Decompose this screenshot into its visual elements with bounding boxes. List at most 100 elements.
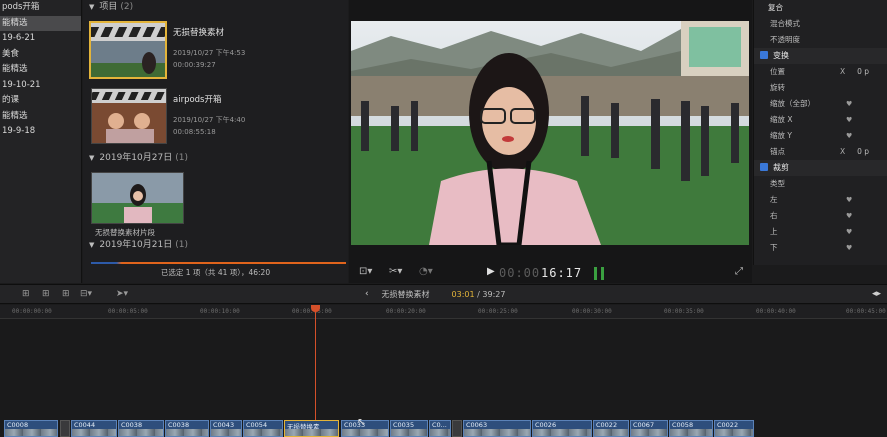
fullscreen-icon[interactable]: ⤢ [735, 266, 743, 277]
timeline-clip[interactable]: C0... [429, 420, 451, 437]
speed-menu-icon[interactable]: ◔▾ [419, 266, 433, 277]
timeline-clip[interactable]: C0038 [118, 420, 164, 437]
project-date: 2019/10/27 下午4:40 [173, 116, 246, 124]
timeline-clip[interactable]: C0035 [390, 420, 428, 437]
sidebar-item[interactable]: 19-9-18 [0, 124, 81, 140]
timeline-clip[interactable]: C0044 [71, 420, 117, 437]
audio-skimming-icon[interactable]: ◂▸ [872, 289, 881, 299]
keyframe-icon[interactable]: ♥ [846, 240, 852, 256]
keyframe-icon[interactable]: ♥ [846, 208, 852, 224]
clip-filmstrip [5, 429, 57, 436]
inspector-section-crop[interactable]: 裁剪 [754, 160, 887, 176]
project-name[interactable]: airpods开箱 [173, 93, 222, 105]
timeline-clip[interactable]: C0067 [630, 420, 668, 437]
inspector-row-rotation[interactable]: 旋转 [754, 80, 887, 96]
playhead[interactable] [315, 306, 316, 420]
inspector-section-compositing[interactable]: 复合 [754, 0, 887, 16]
disclosure-triangle-icon[interactable]: ▼ [89, 241, 94, 249]
inspector-row-crop-type[interactable]: 类型 [754, 176, 887, 192]
ruler-tick: 00:00:25:00 [478, 308, 518, 315]
timeline-clip[interactable]: C0058 [669, 420, 713, 437]
row-label: 不透明度 [770, 35, 800, 44]
inspector-row-scale-y[interactable]: 缩放 Y ♥ [754, 128, 887, 144]
keyframe-icon[interactable]: ♥ [846, 224, 852, 240]
clip-label: C0038 [121, 421, 143, 429]
inspector-section-transform[interactable]: 变换 [754, 48, 887, 64]
project-name[interactable]: 无损替换素材 [173, 26, 224, 38]
row-label: 类型 [770, 179, 785, 188]
ruler-tick: 00:00:40:00 [756, 308, 796, 315]
clip-label: C0... [432, 421, 447, 429]
transform-tool-icon[interactable]: ✂▾ [389, 266, 402, 277]
sidebar-item[interactable]: 19-10-21 [0, 78, 81, 94]
inspector-row-crop-right[interactable]: 右 ♥ [754, 208, 887, 224]
gap-clip[interactable] [452, 420, 462, 437]
inspector-row-anchor[interactable]: 锚点 X 0 p [754, 144, 887, 160]
row-value[interactable]: 0 p [857, 144, 869, 160]
timeline-clip[interactable]: C0008 [4, 420, 58, 437]
timecode-bright: 16:17 [541, 266, 583, 280]
event-clip-thumbnail[interactable] [91, 172, 184, 224]
keyframe-icon[interactable]: ♥ [846, 128, 852, 144]
disclosure-triangle-icon[interactable]: ▼ [89, 3, 94, 11]
sidebar-item-selected[interactable]: 能精选 [0, 15, 81, 31]
clip-label: C0022 [596, 421, 618, 429]
timeline-clip-selected[interactable]: 无损替换素 [284, 420, 339, 437]
sidebar-item[interactable]: pods开箱 [0, 0, 81, 16]
group-header-projects[interactable]: ▼ 项目 (2) [89, 0, 133, 14]
group-count: (1) [175, 153, 188, 163]
axis-label: X [840, 67, 846, 76]
timeline-ruler[interactable]: 00:00:00:00 00:00:05:00 00:00:10:00 00:0… [0, 305, 887, 319]
timeline-clip[interactable]: C0026 [532, 420, 592, 437]
inspector-row-crop-top[interactable]: 上 ♥ [754, 224, 887, 240]
inspector-row-scale-all[interactable]: 缩放（全部） ♥ [754, 96, 887, 112]
row-value[interactable]: 0 p [857, 64, 869, 80]
keyframe-icon[interactable]: ♥ [846, 192, 852, 208]
timeline-clip[interactable]: C0022 [593, 420, 629, 437]
inspector-row-scale-x[interactable]: 缩放 X ♥ [754, 112, 887, 128]
group-header-date[interactable]: ▼ 2019年10月21日 (1) [89, 238, 188, 252]
play-icon[interactable]: ▶ [487, 266, 495, 277]
sidebar-item[interactable]: 能精选 [0, 109, 81, 125]
disclosure-triangle-icon[interactable]: ▼ [89, 154, 94, 162]
inspector-row-opacity[interactable]: 不透明度 [754, 32, 887, 48]
group-count: (1) [175, 240, 188, 250]
ruler-tick: 00:00:10:00 [200, 308, 240, 315]
timeline-clip[interactable]: C0038 [165, 420, 209, 437]
clip-label: C0008 [7, 421, 29, 429]
project-thumbnail-selected[interactable] [89, 21, 167, 79]
keyframe-icon[interactable]: ♥ [846, 112, 852, 128]
inspector-row-blend-mode[interactable]: 混合模式 [754, 16, 887, 32]
clip-label: C0058 [672, 421, 694, 429]
filmstrip-preview [91, 262, 346, 264]
checkbox-icon[interactable] [760, 163, 768, 171]
timeline-clip[interactable]: C0022 [714, 420, 754, 437]
row-label: 右 [770, 211, 778, 220]
ruler-tick: 00:00:45:00 [846, 308, 886, 315]
timeline-clip[interactable]: C0043 [210, 420, 242, 437]
project-thumbnail[interactable] [91, 88, 167, 144]
viewer-video-frame [351, 21, 749, 245]
clip-label: C0038 [168, 421, 190, 429]
clip-label: C0035 [393, 421, 415, 429]
group-name: 2019年10月27日 [99, 153, 173, 163]
viewer-frame[interactable] [351, 21, 749, 245]
sidebar-item[interactable]: 能精选 [0, 62, 81, 78]
checkbox-icon[interactable] [760, 51, 768, 59]
timeline-clip[interactable]: C0054 [243, 420, 283, 437]
group-header-date[interactable]: ▼ 2019年10月27日 (1) [89, 151, 188, 165]
timeline-clip[interactable]: C0063 [463, 420, 531, 437]
gap-clip[interactable] [60, 420, 70, 437]
inspector-row-crop-bottom[interactable]: 下 ♥ [754, 240, 887, 256]
axis-label: X [840, 147, 846, 156]
playhead-handle[interactable] [311, 305, 320, 312]
keyframe-icon[interactable]: ♥ [846, 96, 852, 112]
inspector-row-position[interactable]: 位置 X 0 p [754, 64, 887, 80]
final-cut-window: pods开箱 能精选 19-6-21 美食 能精选 19-10-21 的课 能精… [0, 0, 887, 437]
view-options-icon[interactable]: ⊡▾ [359, 266, 372, 277]
sidebar-item[interactable]: 的课 [0, 93, 81, 109]
clip-label: C0063 [466, 421, 488, 429]
sidebar-item[interactable]: 美食 [0, 47, 81, 63]
sidebar-item[interactable]: 19-6-21 [0, 31, 81, 47]
inspector-row-crop-left[interactable]: 左 ♥ [754, 192, 887, 208]
